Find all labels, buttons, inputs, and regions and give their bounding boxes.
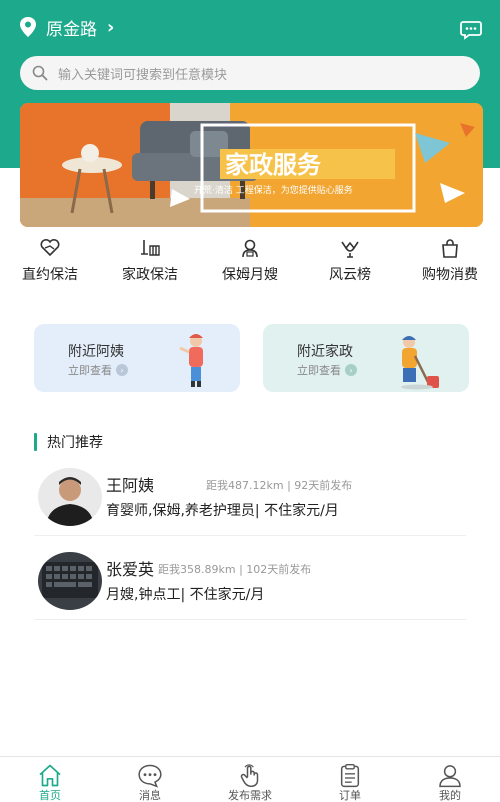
nearby-sub: 立即查看 › — [297, 362, 357, 378]
tab-label: 消息 — [139, 789, 161, 802]
city-name: 原金路 — [46, 19, 97, 40]
search-placeholder: 输入关键词可搜索到任意模块 — [58, 67, 228, 83]
section-accent-bar — [34, 433, 37, 451]
location-selector[interactable]: 原金路 › — [18, 14, 114, 40]
tab-label: 发布需求 — [228, 789, 272, 802]
category-housekeeping[interactable]: 家政保洁 — [100, 228, 200, 288]
worker-description: 月嫂,钟点工| 不住家元/月 — [106, 587, 265, 603]
chevron-right-icon: › — [107, 16, 115, 38]
category-label: 直约保洁 — [22, 267, 78, 283]
worker-name: 张爱英 — [106, 560, 155, 579]
avatar — [38, 468, 102, 526]
banner-illustration: 家政服务 开荒·清洁 工程保洁，为您提供贴心服务 — [20, 103, 483, 227]
recommend-item[interactable]: 王阿姨 距我487.12km | 92天前发布 育婴师,保姆,养老护理员| 不住… — [34, 460, 466, 536]
tab-orders[interactable]: 订单 — [300, 757, 400, 802]
category-nanny[interactable]: 保姆月嫂 — [200, 228, 300, 288]
home-icon — [39, 764, 61, 787]
worker-name: 王阿姨 — [106, 476, 155, 495]
worker-description: 育婴师,保姆,养老护理员| 不住家元/月 — [106, 503, 339, 519]
tap-hand-icon — [240, 764, 259, 788]
nearby-aunties-card[interactable]: 附近阿姨 立即查看 › — [34, 324, 240, 392]
shopping-bag-icon — [442, 239, 458, 258]
recommend-item[interactable]: 张爱英 距我358.89km | 102天前发布 月嫂,钟点工| 不住家元/月 — [34, 544, 466, 620]
tab-messages[interactable]: 消息 — [100, 757, 200, 802]
housekeeper-illustration — [401, 336, 439, 390]
tab-home[interactable]: 首页 — [0, 757, 100, 802]
auntie-illustration — [179, 334, 203, 387]
nearby-title: 附近家政 — [297, 344, 353, 360]
avatar — [38, 552, 102, 610]
nearby-sub: 立即查看 › — [68, 362, 128, 378]
hot-recommend-header: 热门推荐 — [34, 431, 103, 453]
category-grid: 直约保洁 家政保洁 保姆月嫂 风云榜 购物消费 — [0, 228, 500, 288]
category-ranking[interactable]: 风云榜 — [300, 228, 400, 288]
arrow-right-icon: › — [345, 364, 357, 376]
nanny-icon — [242, 239, 258, 258]
category-label: 风云榜 — [329, 267, 371, 283]
promo-banner[interactable]: 家政服务 开荒·清洁 工程保洁，为您提供贴心服务 — [20, 103, 483, 227]
banner-subtitle: 开荒·清洁 工程保洁，为您提供贴心服务 — [194, 184, 353, 196]
banner-title: 家政服务 — [225, 151, 322, 179]
category-label: 购物消费 — [422, 267, 478, 283]
search-icon — [32, 65, 48, 81]
category-zhiyue-cleaning[interactable]: 直约保洁 — [0, 228, 100, 288]
worker-meta: 距我487.12km | 92天前发布 — [206, 479, 353, 492]
tab-profile[interactable]: 我的 — [400, 757, 500, 802]
tab-post-request[interactable]: 发布需求 — [200, 757, 300, 802]
section-title: 热门推荐 — [47, 435, 103, 451]
category-label: 保姆月嫂 — [222, 267, 278, 283]
handshake-heart-icon — [40, 238, 60, 257]
bottom-tab-bar: 首页 消息 发布需求 订单 我的 — [0, 756, 500, 802]
order-clipboard-icon — [340, 764, 360, 788]
worker-meta: 距我358.89km | 102天前发布 — [158, 563, 312, 576]
category-shopping[interactable]: 购物消费 — [400, 228, 500, 288]
nearby-housekeeping-card[interactable]: 附近家政 立即查看 › — [263, 324, 469, 392]
category-label: 家政保洁 — [122, 267, 178, 283]
tab-label: 首页 — [39, 789, 61, 802]
chat-bubble-icon[interactable] — [460, 20, 482, 40]
trophy-icon — [341, 241, 359, 258]
mop-icon — [141, 240, 160, 256]
tab-label: 订单 — [339, 789, 361, 802]
search-bar[interactable]: 输入关键词可搜索到任意模块 — [20, 56, 480, 90]
location-pin-icon — [20, 17, 36, 37]
nearby-title: 附近阿姨 — [68, 344, 124, 360]
message-icon — [138, 764, 162, 788]
tab-label: 我的 — [439, 789, 461, 802]
user-icon — [439, 765, 461, 788]
arrow-right-icon: › — [116, 364, 128, 376]
